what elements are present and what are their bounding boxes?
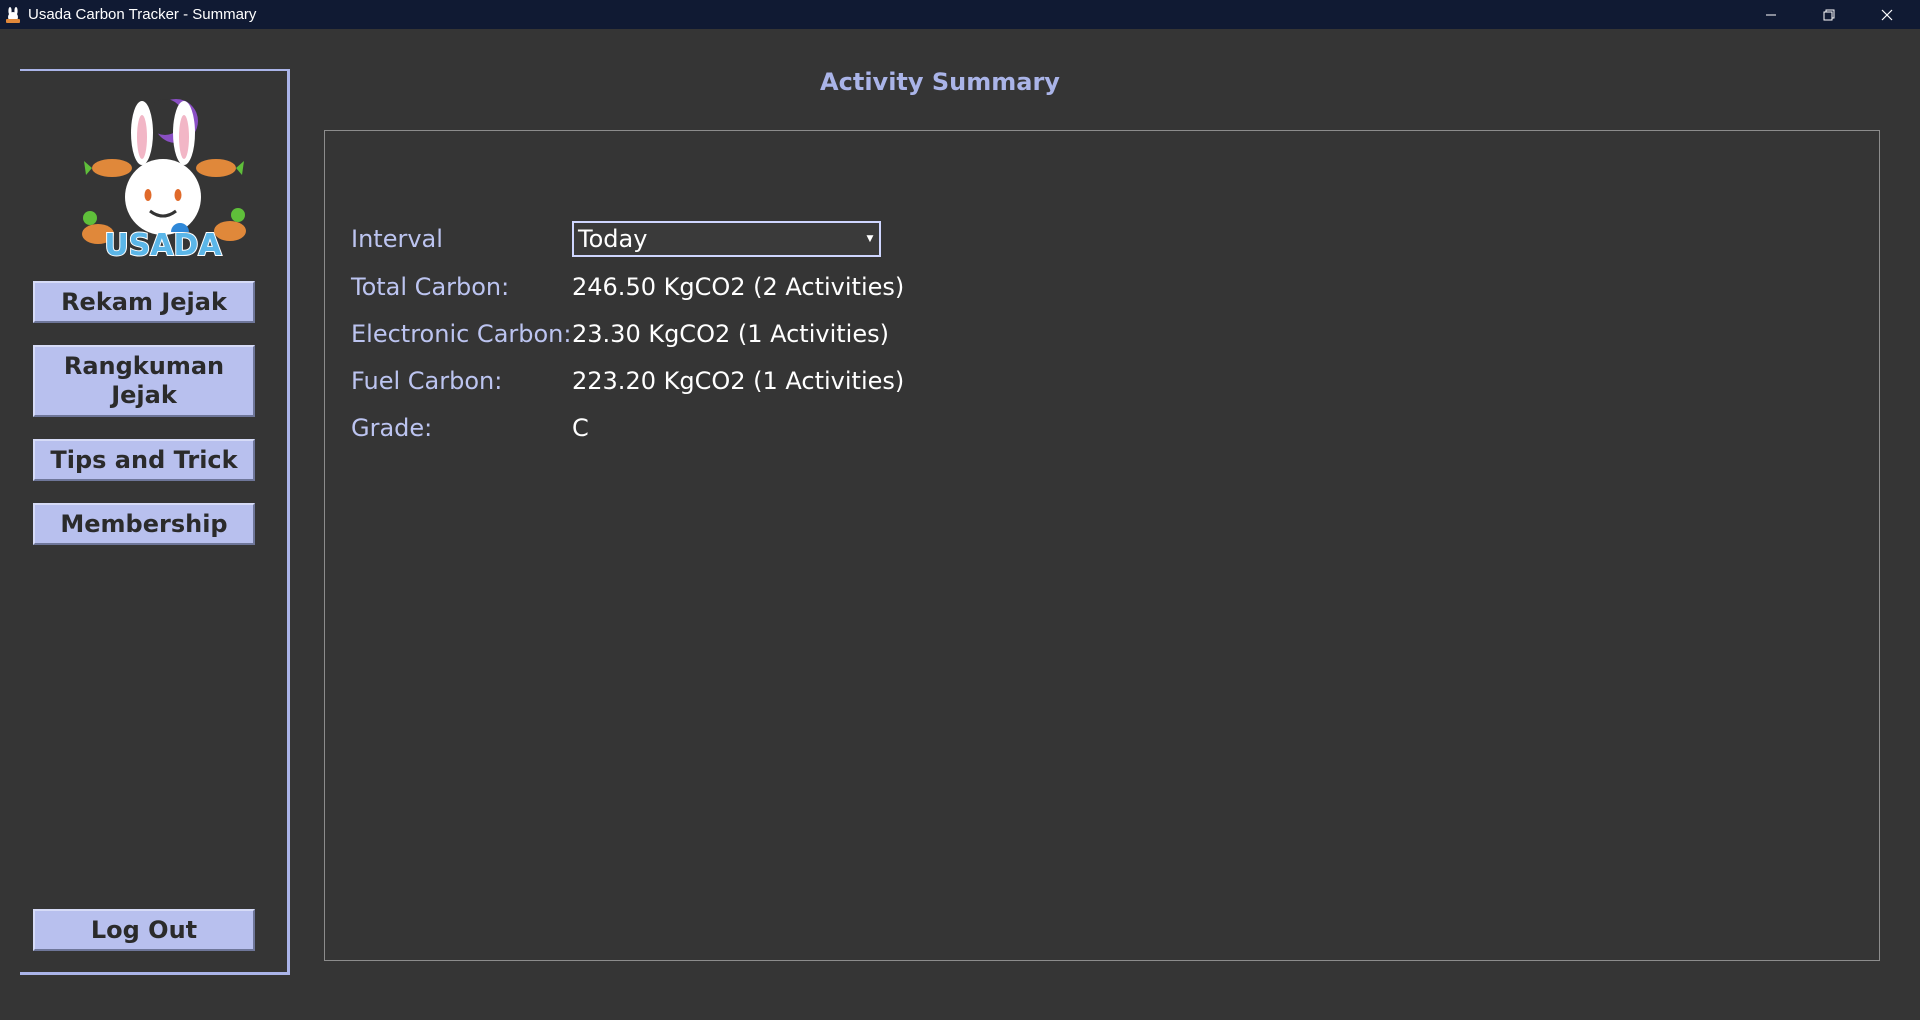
sidebar: USADA Rekam Jejak Rangkuman Jejak Tips a…	[20, 69, 290, 975]
grade-row: Grade: C	[351, 410, 589, 446]
summary-panel: Interval Today ▼ Total Carbon: 246.50 Kg…	[324, 130, 1880, 961]
usada-logo: USADA	[68, 91, 268, 264]
rangkuman-jejak-label-line1: Rangkuman	[63, 352, 225, 380]
interval-selected-value: Today	[578, 225, 648, 253]
rangkuman-jejak-button[interactable]: Rangkuman Jejak	[33, 345, 255, 417]
interval-label: Interval	[351, 225, 443, 253]
restore-button[interactable]	[1800, 0, 1858, 29]
close-icon	[1881, 9, 1893, 20]
title-bar: Usada Carbon Tracker - Summary	[0, 0, 1920, 29]
total-carbon-value: 246.50 KgCO2 (2 Activities)	[572, 273, 905, 301]
rangkuman-jejak-label-line2: Jejak	[111, 381, 177, 409]
rangkuman-jejak-label: Rangkuman Jejak	[64, 352, 224, 410]
rekam-jejak-label: Rekam Jejak	[61, 287, 227, 316]
interval-row: Interval Today ▼	[351, 221, 881, 257]
log-out-button[interactable]: Log Out	[33, 909, 255, 951]
electronic-carbon-row: Electronic Carbon: 23.30 KgCO2 (1 Activi…	[351, 316, 889, 352]
fuel-carbon-row: Fuel Carbon: 223.20 KgCO2 (1 Activities)	[351, 363, 904, 399]
fuel-carbon-value: 223.20 KgCO2 (1 Activities)	[572, 367, 905, 395]
total-carbon-row: Total Carbon: 246.50 KgCO2 (2 Activities…	[351, 269, 904, 305]
grade-value: C	[572, 414, 589, 442]
window-title: Usada Carbon Tracker - Summary	[28, 6, 257, 23]
log-out-label: Log Out	[90, 915, 198, 944]
membership-button[interactable]: Membership	[33, 503, 255, 545]
close-button[interactable]	[1858, 0, 1916, 29]
rekam-jejak-button[interactable]: Rekam Jejak	[33, 281, 255, 323]
grade-label: Grade:	[351, 414, 433, 442]
fuel-carbon-label: Fuel Carbon:	[351, 367, 503, 395]
minimize-button[interactable]	[1742, 0, 1800, 29]
restore-icon	[1823, 9, 1835, 20]
tips-and-trick-label: Tips and Trick	[50, 445, 238, 474]
svg-text:USADA: USADA	[104, 228, 222, 261]
membership-label: Membership	[60, 509, 228, 538]
electronic-carbon-value: 23.30 KgCO2 (1 Activities)	[572, 320, 889, 348]
app-rabbit-icon	[3, 5, 23, 25]
electronic-carbon-label: Electronic Carbon:	[351, 320, 572, 348]
tips-and-trick-button[interactable]: Tips and Trick	[33, 439, 255, 481]
page-title: Activity Summary	[820, 68, 1060, 96]
total-carbon-label: Total Carbon:	[351, 273, 510, 301]
minimize-icon	[1766, 14, 1776, 15]
chevron-down-icon: ▼	[866, 234, 874, 244]
interval-select[interactable]: Today ▼	[572, 221, 881, 257]
